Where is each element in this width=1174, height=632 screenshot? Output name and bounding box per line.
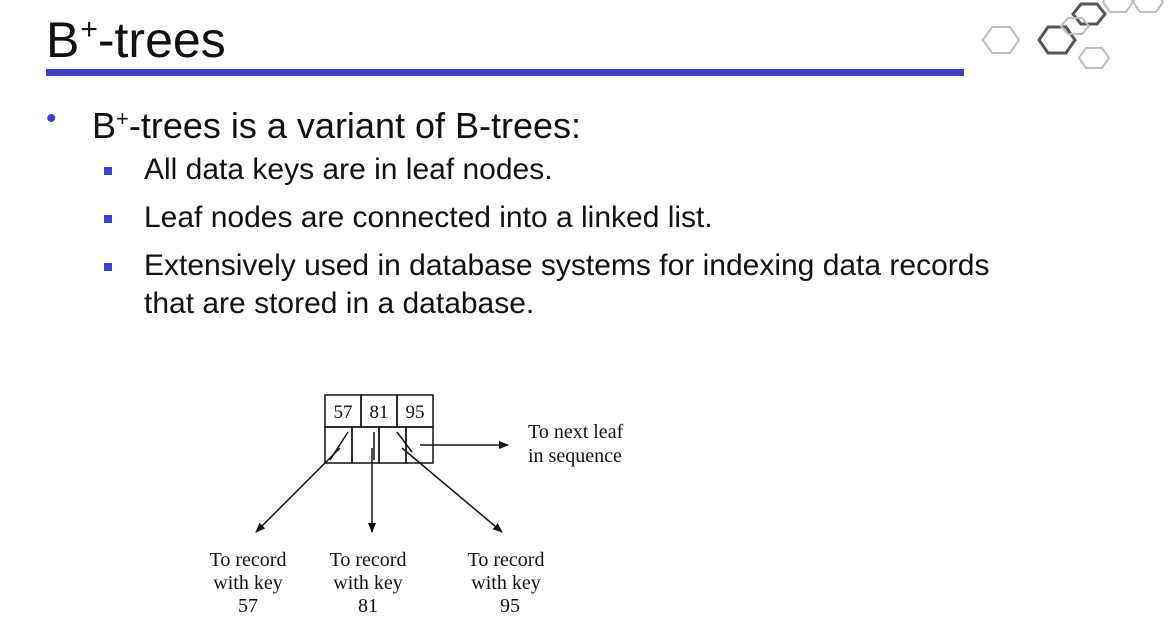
next-leaf-label: in sequence	[528, 445, 622, 467]
leaf-node-diagram: 57 81 95 To next leaf in sequence To rec…	[210, 394, 624, 617]
record-label: To record	[468, 549, 545, 571]
arrow-to-record-95	[401, 447, 503, 533]
hexagon-decoration-icon	[981, 0, 1165, 69]
pointer-cell	[378, 426, 407, 464]
square-bullet-icon	[104, 215, 112, 223]
main-bullet-text: B+-trees is a variant of B-trees:	[92, 105, 582, 146]
record-label: with key	[213, 572, 282, 594]
pointer-cell	[351, 426, 380, 464]
square-bullet-icon	[104, 167, 112, 175]
record-label: To record	[210, 549, 287, 571]
record-label: with key	[333, 572, 402, 594]
next-leaf-label: To next leaf	[528, 421, 624, 443]
square-bullet-icon	[104, 263, 112, 271]
sub-bullet-text: that are stored in a database.	[144, 287, 535, 320]
record-label: 57	[238, 595, 258, 617]
key-57: 57	[334, 402, 353, 423]
key-95: 95	[406, 402, 425, 423]
sub-bullet-text: Leaf nodes are connected into a linked l…	[144, 201, 713, 234]
record-label: 81	[358, 595, 378, 617]
sub-bullet-text: All data keys are in leaf nodes.	[144, 153, 553, 186]
key-81: 81	[370, 402, 389, 423]
title-underline	[46, 69, 964, 76]
record-label: 95	[500, 595, 520, 617]
arrow-to-record-57	[255, 447, 341, 533]
slide-title: B+-trees	[46, 12, 226, 68]
sub-bullet-text: Extensively used in database systems for…	[144, 249, 990, 282]
record-label: To record	[330, 549, 407, 571]
record-label: with key	[471, 572, 540, 594]
bullet-dot-icon: •	[46, 102, 57, 135]
